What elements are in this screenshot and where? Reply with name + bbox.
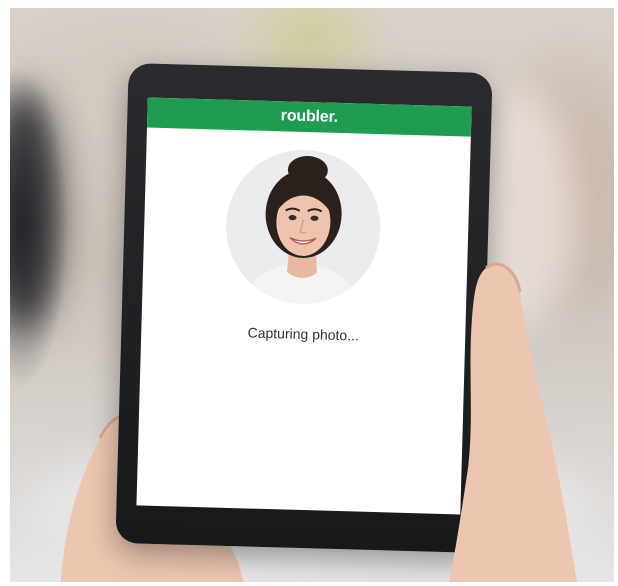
- app-header: roubler.: [146, 97, 472, 137]
- right-hand: [449, 262, 578, 582]
- brand-logo: roubler.: [280, 107, 339, 126]
- user-photo-icon: [224, 147, 383, 307]
- status-message: Capturing photo...: [247, 324, 360, 344]
- tablet-screen: roubler. Capturing photo...: [136, 97, 472, 515]
- background-photo: roubler. Capturing photo...: [10, 8, 614, 582]
- face-illustration: [224, 147, 383, 307]
- background-blur-dark: [10, 88, 60, 328]
